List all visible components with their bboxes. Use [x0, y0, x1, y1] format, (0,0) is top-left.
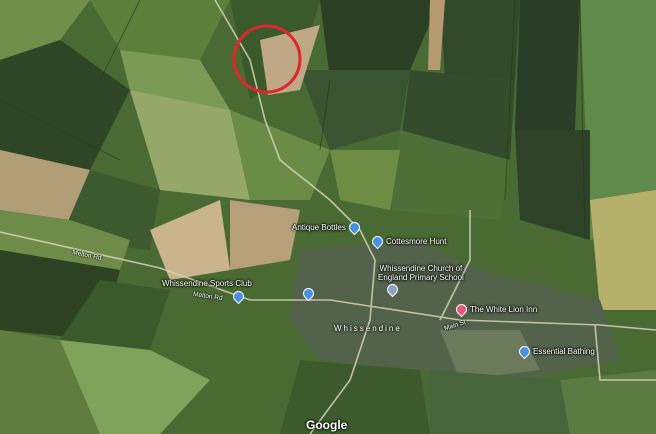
- poi-label: Whissendine Sports Club: [162, 279, 252, 288]
- poi-label-line1: Whissendine Church of: [379, 264, 463, 273]
- satellite-imagery: [0, 0, 656, 434]
- village-label: Whissendine: [334, 324, 402, 333]
- shop-pin-icon: [346, 219, 363, 236]
- google-logo: Google: [306, 418, 348, 432]
- poi-white-lion-inn[interactable]: The White Lion Inn: [453, 301, 538, 318]
- poi-sports-club[interactable]: Whissendine Sports Club: [162, 279, 252, 288]
- poi-cottesmore-hunt[interactable]: Cottesmore Hunt: [369, 233, 447, 250]
- poi-label-line2: England Primary School: [378, 273, 464, 282]
- place-pin-icon: [369, 233, 386, 250]
- poi-label: Antique Bottles: [292, 223, 346, 232]
- poi-label: Cottesmore Hunt: [386, 237, 447, 246]
- poi-label: The White Lion Inn: [470, 305, 538, 314]
- shop-pin-icon: [516, 343, 533, 360]
- poi-church-school[interactable]: Whissendine Church of England Primary Sc…: [378, 264, 464, 282]
- satellite-map[interactable]: Melton Rd Melton Rd Main St Whissendine …: [0, 0, 656, 434]
- restaurant-pin-icon: [453, 301, 470, 318]
- poi-label: Essential Bathing: [533, 347, 595, 356]
- poi-antique-bottles[interactable]: Antique Bottles: [292, 219, 363, 236]
- poi-essential-bathing[interactable]: Essential Bathing: [516, 343, 595, 360]
